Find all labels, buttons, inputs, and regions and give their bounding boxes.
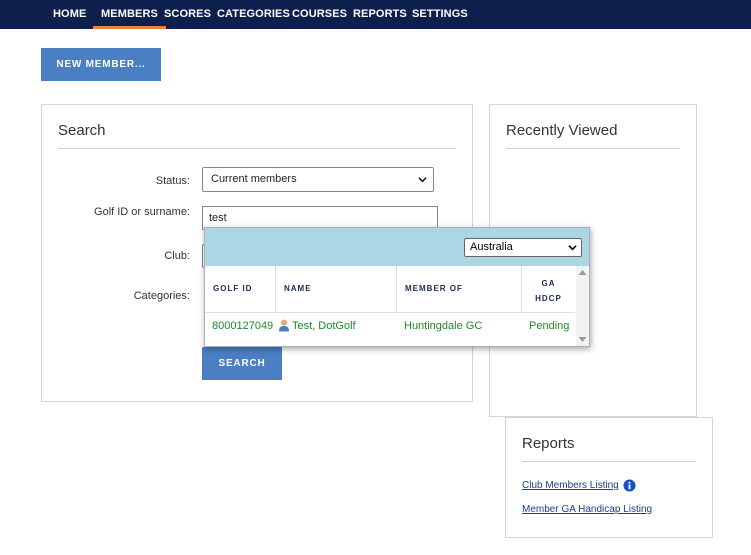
new-member-button[interactable]: NEW MEMBER...: [41, 48, 161, 81]
cell-name[interactable]: Test, DotGolf: [292, 320, 356, 332]
top-navigation: HOME MEMBERS SCORES CATEGORIES COURSES R…: [0, 0, 751, 29]
nav-members[interactable]: MEMBERS: [93, 0, 166, 29]
person-icon: [279, 319, 289, 332]
column-header-ga: GA: [541, 279, 556, 288]
status-select-value: Current members: [211, 173, 297, 185]
status-select[interactable]: Current members: [202, 167, 434, 192]
country-select-value: Australia: [470, 241, 513, 253]
search-panel-title: Search: [58, 122, 106, 139]
member-ga-handicap-listing-link[interactable]: Member GA Handicap Listing: [522, 504, 652, 515]
club-members-listing-link[interactable]: Club Members Listing: [522, 480, 619, 491]
cell-member-of[interactable]: Huntingdale GC: [404, 320, 482, 332]
scroll-down-icon[interactable]: [578, 336, 587, 343]
nav-categories[interactable]: CATEGORIES: [217, 0, 290, 29]
results-table-header: GOLF ID NAME MEMBER OF GA HDCP: [205, 266, 575, 313]
column-header-hdcp: HDCP: [535, 294, 562, 303]
cell-golf-id[interactable]: 8000127049: [212, 320, 273, 332]
chevron-down-icon: [568, 245, 577, 251]
scroll-up-icon[interactable]: [578, 269, 587, 276]
column-header-member-of[interactable]: MEMBER OF: [397, 266, 522, 312]
club-label: Club:: [164, 250, 190, 262]
info-icon[interactable]: [623, 479, 636, 492]
nav-scores[interactable]: SCORES: [164, 0, 211, 29]
reports-title: Reports: [522, 435, 575, 452]
column-header-ga-hdcp[interactable]: GA HDCP: [522, 266, 575, 312]
divider: [522, 461, 696, 462]
categories-label: Categories:: [133, 290, 190, 302]
country-select[interactable]: Australia: [464, 238, 582, 257]
column-header-name[interactable]: NAME: [276, 266, 397, 312]
scrollbar[interactable]: [576, 266, 589, 346]
divider: [58, 148, 456, 149]
nav-courses[interactable]: COURSES: [292, 0, 347, 29]
nav-home[interactable]: HOME: [53, 0, 86, 29]
column-header-golf-id[interactable]: GOLF ID: [205, 266, 276, 312]
member-search-results-popup: Australia GOLF ID NAME MEMBER OF GA HDCP…: [204, 227, 590, 347]
chevron-down-icon: [418, 177, 427, 183]
search-button[interactable]: SEARCH: [202, 347, 282, 380]
cell-ga-hdcp[interactable]: Pending: [529, 320, 569, 332]
recently-viewed-title: Recently Viewed: [506, 122, 618, 139]
nav-reports[interactable]: REPORTS: [353, 0, 407, 29]
nav-settings[interactable]: SETTINGS: [412, 0, 468, 29]
divider: [506, 148, 680, 149]
popup-header: Australia: [205, 228, 589, 266]
status-label: Status:: [155, 175, 190, 187]
golf-id-label: Golf ID or surname:: [94, 206, 190, 218]
